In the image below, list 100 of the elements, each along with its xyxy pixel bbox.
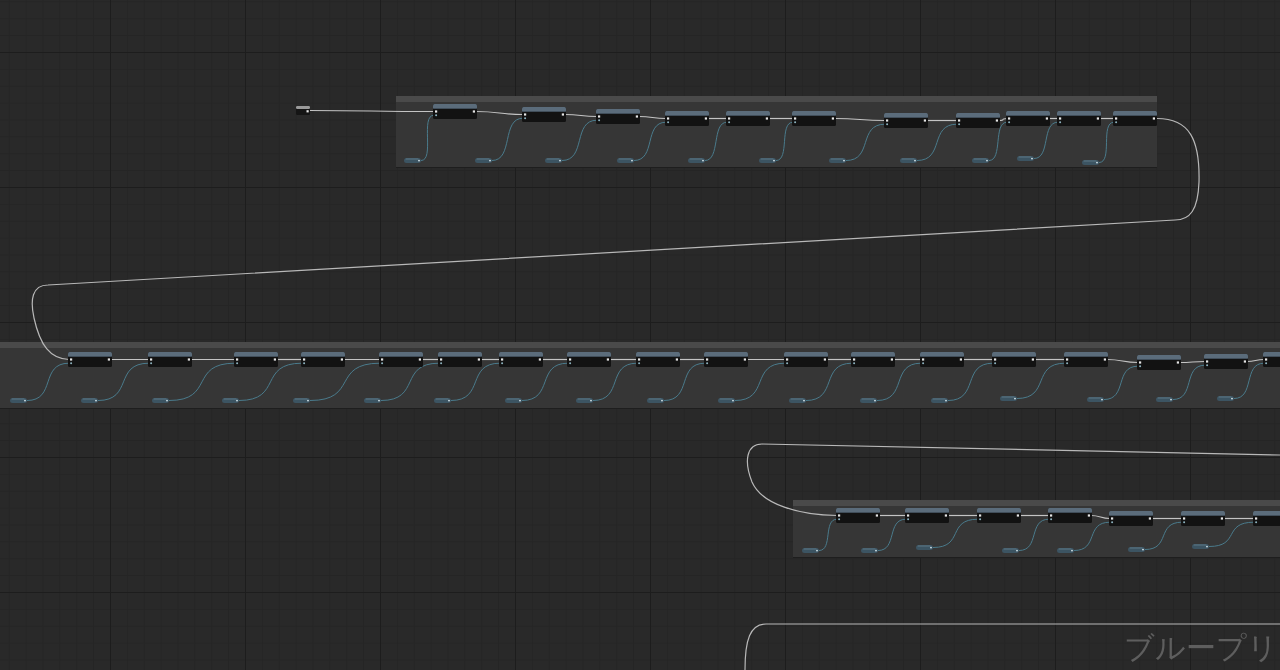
graph-node[interactable]: [499, 352, 543, 367]
variable-node[interactable]: [1082, 160, 1099, 165]
graph-node[interactable]: [1006, 111, 1050, 126]
graph-node[interactable]: [1113, 111, 1157, 126]
graph-node[interactable]: [433, 104, 477, 119]
graph-node[interactable]: [379, 352, 423, 367]
variable-node[interactable]: [1156, 397, 1173, 402]
variable-node[interactable]: [10, 398, 27, 403]
graph-node[interactable]: [905, 508, 949, 523]
data-wire: [1098, 121, 1115, 163]
variable-node[interactable]: [404, 158, 421, 163]
data-wire: [1103, 365, 1139, 400]
data-wire: [97, 362, 150, 401]
data-wire: [877, 518, 907, 551]
data-wire: [818, 518, 838, 551]
variable-node[interactable]: [900, 158, 917, 163]
variable-node[interactable]: [545, 158, 562, 163]
data-wire: [988, 121, 1008, 161]
graph-node[interactable]: [665, 111, 709, 126]
graph-node[interactable]: [704, 352, 748, 367]
data-wire: [775, 121, 794, 161]
variable-node[interactable]: [1000, 396, 1017, 401]
graph-node[interactable]: [851, 352, 895, 367]
variable-node[interactable]: [1217, 396, 1234, 401]
data-wire: [26, 362, 70, 401]
graph-node[interactable]: [1181, 511, 1225, 526]
data-wire: [704, 121, 728, 161]
variable-node[interactable]: [1002, 548, 1019, 553]
variable-node[interactable]: [222, 398, 239, 403]
variable-node[interactable]: [647, 398, 664, 403]
graph-node[interactable]: [792, 111, 836, 126]
graph-node[interactable]: [636, 352, 680, 367]
graph-node[interactable]: [884, 113, 928, 128]
graph-node[interactable]: [1263, 352, 1280, 367]
graph-node[interactable]: [726, 111, 770, 126]
graph-node[interactable]: [438, 352, 482, 367]
variable-node[interactable]: [364, 398, 381, 403]
variable-node[interactable]: [81, 398, 98, 403]
variable-node[interactable]: [1128, 547, 1145, 552]
data-wire: [450, 362, 501, 401]
graph-node[interactable]: [956, 113, 1000, 128]
graph-node[interactable]: [1057, 111, 1101, 126]
variable-node[interactable]: [789, 398, 806, 403]
graph-node[interactable]: [148, 352, 192, 367]
event-node[interactable]: [296, 106, 310, 115]
variable-node[interactable]: [1087, 397, 1104, 402]
variable-node[interactable]: [759, 158, 776, 163]
variable-node[interactable]: [505, 398, 522, 403]
data-wire: [238, 362, 303, 401]
graph-node[interactable]: [1204, 354, 1248, 369]
variable-node[interactable]: [475, 158, 492, 163]
variable-node[interactable]: [916, 545, 933, 550]
data-wire: [947, 362, 994, 401]
variable-node[interactable]: [1017, 156, 1034, 161]
graph-node[interactable]: [1064, 352, 1108, 367]
graph-node[interactable]: [234, 352, 278, 367]
variable-node[interactable]: [434, 398, 451, 403]
variable-node[interactable]: [617, 158, 634, 163]
graph-node[interactable]: [68, 352, 112, 367]
variable-node[interactable]: [931, 398, 948, 403]
data-wire: [380, 362, 440, 401]
variable-node[interactable]: [293, 398, 310, 403]
variable-node[interactable]: [1057, 548, 1074, 553]
data-wire: [916, 123, 958, 161]
variable-node[interactable]: [860, 398, 877, 403]
data-wire: [1172, 364, 1206, 400]
graph-node[interactable]: [1137, 355, 1181, 370]
data-wire: [592, 362, 638, 401]
graph-node[interactable]: [1253, 511, 1280, 526]
variable-node[interactable]: [1192, 544, 1209, 549]
variable-node[interactable]: [576, 398, 593, 403]
data-wire: [876, 362, 922, 401]
graph-node[interactable]: [836, 508, 880, 523]
variable-node[interactable]: [802, 548, 819, 553]
graph-node[interactable]: [567, 352, 611, 367]
graph-node[interactable]: [596, 109, 640, 124]
graph-node[interactable]: [522, 107, 566, 122]
variable-node[interactable]: [972, 158, 989, 163]
variable-node[interactable]: [718, 398, 735, 403]
data-wire: [1208, 521, 1255, 547]
data-wire: [561, 119, 598, 161]
data-wire: [932, 518, 979, 548]
variable-node[interactable]: [829, 158, 846, 163]
data-wire: [168, 362, 236, 401]
graph-node[interactable]: [784, 352, 828, 367]
graph-node[interactable]: [301, 352, 345, 367]
graph-node[interactable]: [920, 352, 964, 367]
graph-node[interactable]: [1109, 511, 1153, 526]
data-wire: [805, 362, 853, 401]
variable-node[interactable]: [688, 158, 705, 163]
graph-node[interactable]: [977, 508, 1021, 523]
variable-node[interactable]: [152, 398, 169, 403]
data-wire: [1073, 521, 1111, 551]
graph-node[interactable]: [1048, 508, 1092, 523]
data-wire: [1018, 518, 1050, 551]
data-wire: [633, 121, 667, 161]
data-wire: [309, 362, 381, 401]
data-wire: [491, 117, 524, 161]
graph-node[interactable]: [992, 352, 1036, 367]
variable-node[interactable]: [861, 548, 878, 553]
